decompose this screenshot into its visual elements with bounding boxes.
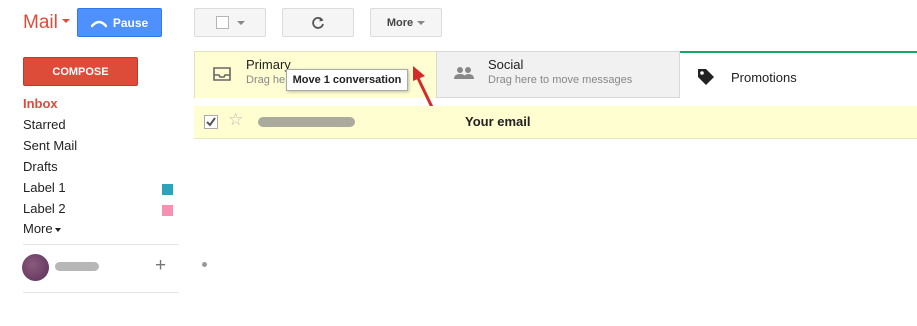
sidebar-item-drafts[interactable]: Drafts bbox=[23, 159, 58, 174]
app-title[interactable]: Mail bbox=[23, 12, 58, 34]
label-1-color-swatch[interactable] bbox=[162, 184, 173, 195]
redacted-sender bbox=[258, 117, 355, 127]
pause-button-label: Pause bbox=[112, 15, 149, 30]
message-subject[interactable]: Your email bbox=[465, 114, 531, 129]
tab-social[interactable]: Social Drag here to move messages bbox=[436, 51, 680, 98]
tab-social-title: Social bbox=[488, 57, 524, 72]
more-button[interactable]: More bbox=[370, 8, 442, 37]
tab-promotions[interactable]: Promotions bbox=[680, 51, 917, 98]
checkbox-checked-icon[interactable] bbox=[204, 115, 218, 129]
tab-primary-title: Primary bbox=[246, 57, 291, 72]
pause-arc-icon bbox=[90, 20, 107, 27]
avatar[interactable] bbox=[22, 254, 49, 281]
tag-icon bbox=[698, 69, 714, 85]
inbox-tray-icon bbox=[213, 67, 231, 81]
compose-button[interactable]: COMPOSE bbox=[23, 57, 138, 86]
sidebar-item-more[interactable]: More bbox=[23, 221, 53, 236]
sidebar-item-sent-mail[interactable]: Sent Mail bbox=[23, 138, 77, 153]
sidebar-item-inbox[interactable]: Inbox bbox=[23, 96, 58, 111]
star-icon[interactable]: ☆ bbox=[228, 111, 243, 128]
select-checkbox-icon bbox=[215, 16, 229, 29]
sidebar-divider bbox=[23, 244, 178, 245]
loading-dot bbox=[202, 262, 207, 267]
sidebar-item-label-1[interactable]: Label 1 bbox=[23, 180, 66, 195]
people-icon bbox=[454, 67, 474, 79]
sidebar-item-starred[interactable]: Starred bbox=[23, 117, 66, 132]
chevron-down-icon[interactable] bbox=[55, 228, 61, 232]
chevron-down-icon bbox=[236, 20, 245, 25]
drag-tooltip: Move 1 conversation bbox=[286, 69, 408, 91]
refresh-icon bbox=[312, 16, 324, 29]
tab-promotions-title: Promotions bbox=[731, 70, 797, 85]
refresh-button[interactable] bbox=[282, 8, 354, 37]
more-button-label: More bbox=[386, 16, 414, 29]
sidebar-divider bbox=[23, 292, 178, 293]
redacted-account-name bbox=[55, 262, 99, 271]
select-button[interactable] bbox=[194, 8, 266, 37]
tab-primary-subtitle: Drag he bbox=[246, 74, 286, 86]
tab-social-subtitle: Drag here to move messages bbox=[488, 74, 633, 86]
add-contact-plus-icon[interactable]: + bbox=[155, 255, 166, 277]
pause-button[interactable]: Pause bbox=[77, 8, 162, 37]
label-2-color-swatch[interactable] bbox=[162, 205, 173, 216]
sidebar-item-label-2[interactable]: Label 2 bbox=[23, 201, 66, 216]
app-switcher-caret-icon[interactable] bbox=[62, 19, 70, 23]
chevron-down-icon bbox=[417, 20, 426, 25]
